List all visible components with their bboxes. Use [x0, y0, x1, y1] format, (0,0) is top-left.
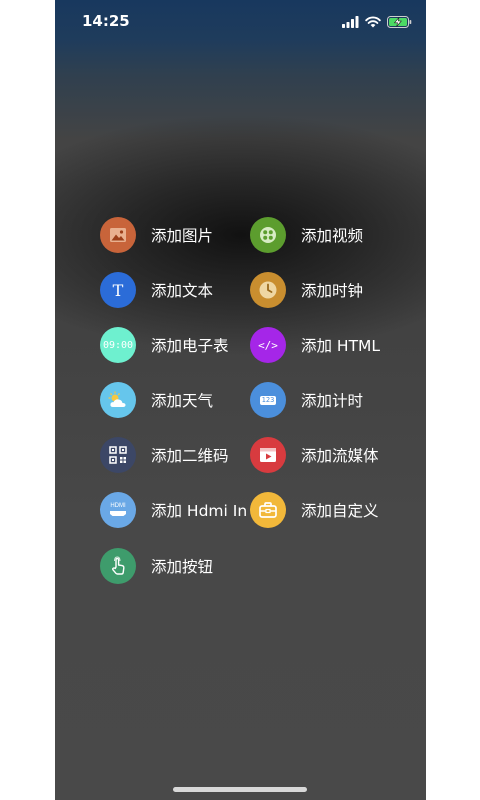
- clock-icon: [250, 272, 286, 308]
- add-image-item[interactable]: 添加图片: [100, 216, 213, 254]
- add-clock-item[interactable]: 添加时钟: [250, 271, 363, 309]
- text-icon-glyph: T: [112, 280, 124, 300]
- add-button-item[interactable]: 添加按钮: [100, 547, 213, 585]
- add-timer-item[interactable]: 123 添加计时: [250, 381, 363, 419]
- add-digital-clock-label: 添加电子表: [151, 337, 229, 355]
- add-weather-item[interactable]: 添加天气: [100, 381, 213, 419]
- hdmi-port-shape: [110, 511, 126, 516]
- add-html-label: 添加 HTML: [301, 337, 381, 355]
- hdmi-icon-inner: HDMI: [109, 503, 127, 517]
- add-image-label: 添加图片: [151, 227, 214, 245]
- toolbox-icon: [250, 492, 286, 528]
- add-hdmi-in-label: 添加 Hdmi In: [151, 502, 248, 520]
- add-custom-label: 添加自定义: [301, 502, 379, 520]
- code-icon-glyph: </>: [258, 338, 278, 352]
- stream-icon: [250, 437, 286, 473]
- add-text-label: 添加文本: [151, 282, 214, 300]
- phone-screen: 14:25 添加图片 添加视频 T 添加文本 添加时钟 09:00 添加电子表 …: [55, 0, 426, 800]
- code-icon: </>: [250, 327, 286, 363]
- add-button-label: 添加按钮: [151, 558, 214, 576]
- add-hdmi-in-item[interactable]: HDMI 添加 Hdmi In: [100, 491, 247, 529]
- add-widget-menu: 添加图片 添加视频 T 添加文本 添加时钟 09:00 添加电子表 </> 添加…: [55, 0, 426, 800]
- add-digital-clock-item[interactable]: 09:00 添加电子表: [100, 326, 229, 364]
- add-video-label: 添加视频: [301, 227, 364, 245]
- add-custom-item[interactable]: 添加自定义: [250, 491, 379, 529]
- add-stream-item[interactable]: 添加流媒体: [250, 436, 379, 474]
- add-weather-label: 添加天气: [151, 392, 214, 410]
- add-timer-label: 添加计时: [301, 392, 364, 410]
- image-icon: [100, 217, 136, 253]
- hdmi-icon: HDMI: [100, 492, 136, 528]
- text-icon: T: [100, 272, 136, 308]
- add-qr-code-label: 添加二维码: [151, 447, 229, 465]
- video-icon: [250, 217, 286, 253]
- digital-clock-glyph: 09:00: [102, 339, 134, 351]
- timer-icon: 123: [250, 382, 286, 418]
- hdmi-icon-glyph: HDMI: [110, 503, 126, 509]
- add-stream-label: 添加流媒体: [301, 447, 379, 465]
- weather-icon: [100, 382, 136, 418]
- timer-icon-glyph: 123: [259, 395, 277, 405]
- add-qr-code-item[interactable]: 添加二维码: [100, 436, 229, 474]
- touch-icon: [100, 548, 136, 584]
- home-indicator[interactable]: [173, 787, 307, 792]
- digital-clock-icon: 09:00: [100, 327, 136, 363]
- add-text-item[interactable]: T 添加文本: [100, 271, 213, 309]
- add-video-item[interactable]: 添加视频: [250, 216, 363, 254]
- add-html-item[interactable]: </> 添加 HTML: [250, 326, 380, 364]
- qr-code-icon: [100, 437, 136, 473]
- add-clock-label: 添加时钟: [301, 282, 364, 300]
